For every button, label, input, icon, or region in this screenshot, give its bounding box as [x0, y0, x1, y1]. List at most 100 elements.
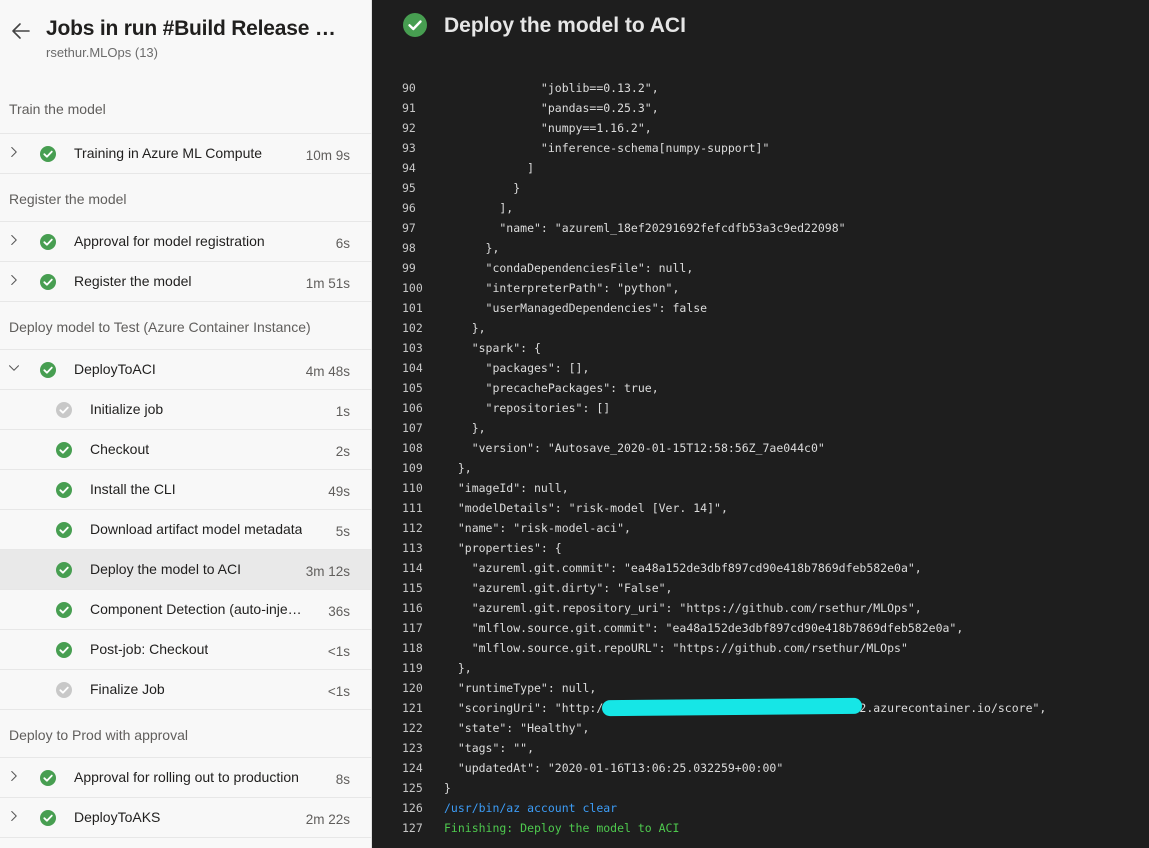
row-duration: 8s: [335, 772, 350, 787]
line-text: "runtimeType": null,: [444, 681, 597, 695]
row-duration: 2s: [335, 444, 350, 459]
skipped-circle-icon: [56, 402, 72, 418]
arrow-left-icon[interactable]: [10, 20, 32, 42]
log-line: 114 "azureml.git.commit": "ea48a152de3db…: [372, 558, 1149, 578]
row-duration: 10m 9s: [305, 148, 350, 163]
stage-heading: Deploy model to Test (Azure Container In…: [0, 302, 371, 350]
line-text: },: [444, 661, 472, 675]
task-row[interactable]: Post-job: Checkout <1s: [0, 630, 371, 670]
run-subtitle: rsethur.MLOps (13): [46, 45, 158, 60]
run-header: Jobs in run #Build Release Pipeline rset…: [0, 0, 371, 84]
line-number: 118: [402, 641, 423, 655]
log-line: 100 "interpreterPath": "python",: [372, 278, 1149, 298]
line-text: "repositories": []: [444, 401, 611, 415]
log-line: 117 "mlflow.source.git.commit": "ea48a15…: [372, 618, 1149, 638]
line-number: 108: [402, 441, 423, 455]
line-text: Finishing: Deploy the model to ACI: [444, 821, 680, 835]
line-text: },: [444, 241, 500, 255]
check-circle-icon: [40, 362, 56, 378]
line-number: 113: [402, 541, 423, 555]
row-duration: 1s: [335, 404, 350, 419]
job-row[interactable]: Approval for model registration 6s: [0, 222, 371, 262]
log-output[interactable]: 90 "joblib==0.13.2", 91 "pandas==0.25.3",…: [372, 78, 1149, 838]
job-row[interactable]: DeployToAKS 2m 22s: [0, 798, 371, 838]
chevron-right-icon[interactable]: [8, 810, 20, 822]
row-label: Finalize Job: [90, 681, 165, 697]
row-duration: 6s: [335, 236, 350, 251]
line-number: 107: [402, 421, 423, 435]
chevron-right-icon[interactable]: [8, 146, 20, 158]
log-line: 98 },: [372, 238, 1149, 258]
line-text: "pandas==0.25.3",: [444, 101, 659, 115]
jobs-panel: Jobs in run #Build Release Pipeline rset…: [0, 0, 372, 848]
line-number: 112: [402, 521, 423, 535]
task-row[interactable]: Initialize job 1s: [0, 390, 371, 430]
log-line: 118 "mlflow.source.git.repoURL": "https:…: [372, 638, 1149, 658]
row-label: Approval for rolling out to production: [74, 769, 299, 785]
line-number: 123: [402, 741, 423, 755]
log-line: 115 "azureml.git.dirty": "False",: [372, 578, 1149, 598]
check-circle-icon: [56, 642, 72, 658]
log-title: Deploy the model to ACI: [444, 14, 686, 37]
task-row[interactable]: Component Detection (auto-injected by po…: [0, 590, 371, 630]
job-row[interactable]: Register the model 1m 51s: [0, 262, 371, 302]
line-text: }: [444, 181, 521, 195]
line-number: 98: [402, 241, 416, 255]
job-row[interactable]: Training in Azure ML Compute 10m 9s: [0, 134, 371, 174]
line-number: 97: [402, 221, 416, 235]
log-line: 111 "modelDetails": "risk-model [Ver. 14…: [372, 498, 1149, 518]
line-number: 101: [402, 301, 423, 315]
line-text: "packages": [],: [444, 361, 590, 375]
line-number: 120: [402, 681, 423, 695]
line-text: "state": "Healthy",: [444, 721, 590, 735]
line-number: 121: [402, 701, 423, 715]
skipped-circle-icon: [56, 682, 72, 698]
chevron-right-icon[interactable]: [8, 234, 20, 246]
line-text: "azureml.git.commit": "ea48a152de3dbf897…: [444, 561, 922, 575]
chevron-right-icon[interactable]: [8, 274, 20, 286]
line-text: "properties": {: [444, 541, 562, 555]
line-number: 119: [402, 661, 423, 675]
row-duration: 36s: [328, 604, 350, 619]
log-line: 125}: [372, 778, 1149, 798]
log-line: 104 "packages": [],: [372, 358, 1149, 378]
row-label: Checkout: [90, 441, 150, 457]
row-label: Component Detection (auto-injected by po…: [90, 601, 305, 617]
log-line: 91 "pandas==0.25.3",: [372, 98, 1149, 118]
job-row[interactable]: DeployToACI 4m 48s: [0, 350, 371, 390]
check-circle-icon: [40, 810, 56, 826]
log-line: 124 "updatedAt": "2020-01-16T13:06:25.03…: [372, 758, 1149, 778]
task-row[interactable]: Download artifact model metadata 5s: [0, 510, 371, 550]
row-duration: 4m 48s: [305, 364, 350, 379]
row-label: Download artifact model metadata: [90, 521, 303, 537]
line-text: /usr/bin/az account clear: [444, 801, 618, 815]
log-line: 101 "userManagedDependencies": false: [372, 298, 1149, 318]
row-duration: <1s: [327, 644, 350, 659]
log-line: 126/usr/bin/az account clear: [372, 798, 1149, 818]
log-line: 109 },: [372, 458, 1149, 478]
check-circle-icon: [56, 562, 72, 578]
line-text: "tags": "",: [444, 741, 535, 755]
row-label: DeployToAKS: [74, 809, 161, 825]
row-label: Training in Azure ML Compute: [74, 145, 263, 161]
line-text: "numpy==1.16.2",: [444, 121, 652, 135]
job-row[interactable]: Approval for rolling out to production 8s: [0, 758, 371, 798]
row-duration: 49s: [328, 484, 350, 499]
stage-list: Train the model Training in Azure ML Comp…: [0, 84, 371, 838]
task-row[interactable]: Finalize Job <1s: [0, 670, 371, 710]
line-number: 114: [402, 561, 423, 575]
line-text: "modelDetails": "risk-model [Ver. 14]",: [444, 501, 728, 515]
line-text: "joblib==0.13.2",: [444, 81, 659, 95]
line-number: 111: [402, 501, 423, 515]
task-row[interactable]: Install the CLI 49s: [0, 470, 371, 510]
row-label: Install the CLI: [90, 481, 176, 497]
line-text: }: [444, 781, 451, 795]
task-row[interactable]: Checkout 2s: [0, 430, 371, 470]
log-line: 92 "numpy==1.16.2",: [372, 118, 1149, 138]
chevron-down-icon[interactable]: [8, 362, 20, 374]
line-text: "inference-schema[numpy-support]": [444, 141, 770, 155]
line-number: 96: [402, 201, 416, 215]
task-row[interactable]: Deploy the model to ACI 3m 12s: [0, 550, 371, 590]
chevron-right-icon[interactable]: [8, 770, 20, 782]
log-line: 102 },: [372, 318, 1149, 338]
